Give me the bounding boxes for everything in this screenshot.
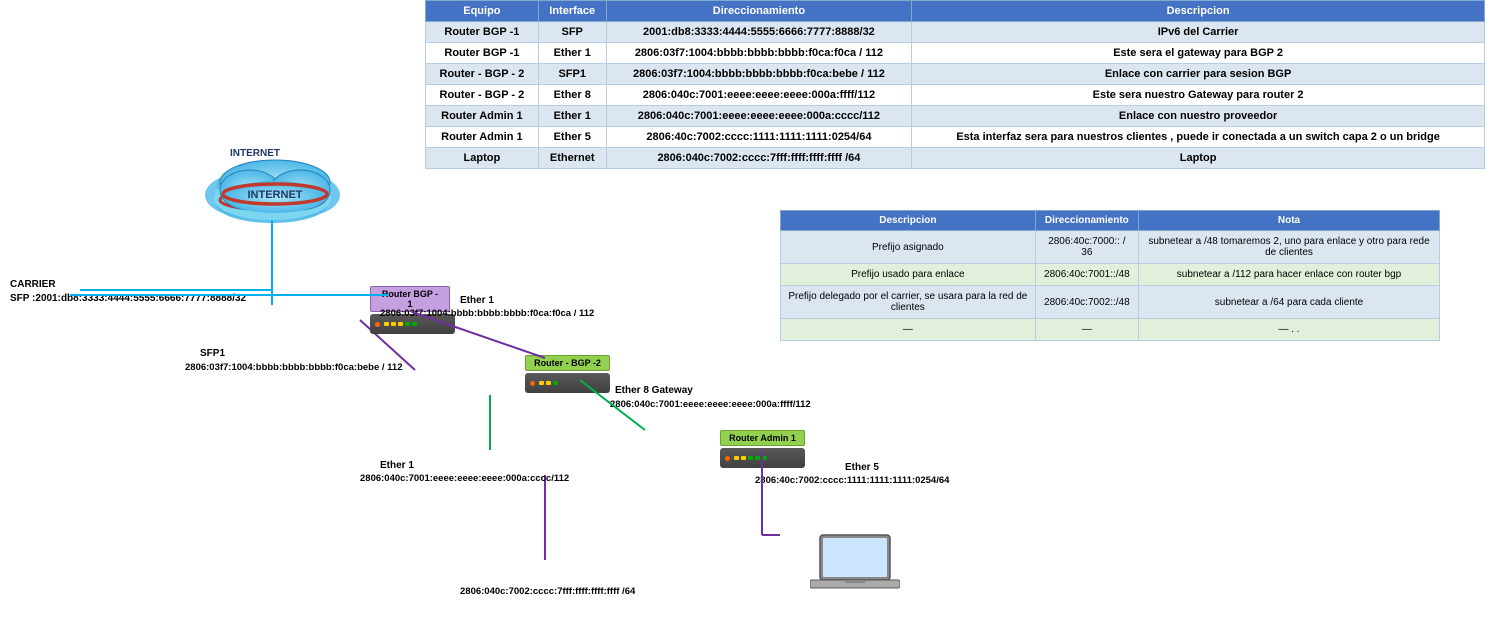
admin1-ether5-addr-label: 2806:40c:7002:cccc:1111:1111:1111:0254/6… xyxy=(755,475,949,486)
table-cell-descripcion: Enlace con carrier para sesion BGP xyxy=(912,64,1485,85)
table-cell-interface: SFP1 xyxy=(538,64,606,85)
table-row: Prefijo asignado2806:40c:7000:: / 36subn… xyxy=(781,231,1440,264)
main-table-container: Equipo Interface Direccionamiento Descri… xyxy=(425,0,1485,169)
router-bgp2-device: Router - BGP -2 xyxy=(525,355,610,393)
table-cell-direccionamiento: 2806:03f7:1004:bbbb:bbbb:bbbb:f0ca:bebe … xyxy=(606,64,912,85)
sec-table-cell-direccionamiento: 2806:40c:7001::/48 xyxy=(1035,264,1138,286)
router-bgp2-label: Router - BGP -2 xyxy=(525,355,610,371)
table-cell-equipo: Router BGP -1 xyxy=(426,22,539,43)
table-cell-direccionamiento: 2001:db8:3333:4444:5555:6666:7777:8888/3… xyxy=(606,22,912,43)
sec-col-header-descripcion: Descripcion xyxy=(781,211,1036,231)
col-header-interface: Interface xyxy=(538,1,606,22)
router-bgp2-body xyxy=(525,373,610,393)
bgp1-ether1-iface-label: Ether 1 xyxy=(460,295,494,306)
table-cell-interface: Ethernet xyxy=(538,148,606,169)
svg-text:INTERNET: INTERNET xyxy=(247,196,297,207)
carrier-title: CARRIER xyxy=(10,279,56,290)
table-cell-equipo: Router BGP -1 xyxy=(426,43,539,64)
sec-table-cell-nota: subnetear a /64 para cada cliente xyxy=(1139,286,1440,319)
bgp2-sfp1-iface-label: SFP1 xyxy=(200,348,225,359)
table-row: Router BGP -1Ether 12806:03f7:1004:bbbb:… xyxy=(426,43,1485,64)
sec-table-cell-direccionamiento: 2806:40c:7002::/48 xyxy=(1035,286,1138,319)
table-cell-equipo: Laptop xyxy=(426,148,539,169)
bgp2-ether8-addr-label: 2806:040c:7001:eeee:eeee:eeee:000a:ffff/… xyxy=(610,399,811,410)
table-row: Router - BGP - 2SFP12806:03f7:1004:bbbb:… xyxy=(426,64,1485,85)
admin1-ether1-iface-label: Ether 1 xyxy=(380,460,414,471)
bgp2-ether8-iface-label: Ether 8 Gateway xyxy=(615,385,693,396)
router-admin1-device: Router Admin 1 xyxy=(720,430,805,468)
sec-col-header-nota: Nota xyxy=(1139,211,1440,231)
table-cell-direccionamiento: 2806:40c:7002:cccc:1111:1111:1111:0254/6… xyxy=(606,127,912,148)
sec-table-cell-descripcion: Prefijo delegado por el carrier, se usar… xyxy=(781,286,1036,319)
table-cell-interface: Ether 8 xyxy=(538,85,606,106)
sec-col-header-direccionamiento: Direccionamiento xyxy=(1035,211,1138,231)
table-cell-interface: Ether 5 xyxy=(538,127,606,148)
table-cell-descripcion: IPv6 del Carrier xyxy=(912,22,1485,43)
table-cell-equipo: Router - BGP - 2 xyxy=(426,64,539,85)
sec-table-cell-descripcion: Prefijo usado para enlace xyxy=(781,264,1036,286)
table-row: Prefijo usado para enlace2806:40c:7001::… xyxy=(781,264,1440,286)
table-cell-equipo: Router Admin 1 xyxy=(426,106,539,127)
col-header-equipo: Equipo xyxy=(426,1,539,22)
col-header-descripcion: Descripcion xyxy=(912,1,1485,22)
table-row: Prefijo delegado por el carrier, se usar… xyxy=(781,286,1440,319)
table-cell-direccionamiento: 2806:040c:7001:eeee:eeee:eeee:000a:cccc/… xyxy=(606,106,912,127)
router-admin1-body xyxy=(720,448,805,468)
laptop-addr-label: 2806:040c:7002:cccc:7fff:ffff:ffff:ffff … xyxy=(460,586,635,597)
carrier-addr: SFP :2001:db8:3333:4444:5555:6666:7777:8… xyxy=(10,293,246,304)
bgp2-sfp1-addr-label: 2806:03f7:1004:bbbb:bbbb:bbbb:f0ca:bebe … xyxy=(185,362,403,373)
table-cell-descripcion: Esta interfaz sera para nuestros cliente… xyxy=(912,127,1485,148)
table-row: Router Admin 1Ether 52806:40c:7002:cccc:… xyxy=(426,127,1485,148)
laptop-device xyxy=(810,530,900,603)
bgp1-ether1-addr-label: 2806:03f7:1004:bbbb:bbbb:bbbb:f0ca:f0ca … xyxy=(380,308,594,319)
admin1-ether5-iface-label: Ether 5 xyxy=(845,462,879,473)
secondary-table: Descripcion Direccionamiento Nota Prefij… xyxy=(780,210,1440,341)
table-cell-direccionamiento: 2806:040c:7001:eeee:eeee:eeee:000a:ffff/… xyxy=(606,85,912,106)
secondary-table-container: Descripcion Direccionamiento Nota Prefij… xyxy=(780,210,1440,341)
sec-table-cell-direccionamiento: — xyxy=(1035,319,1138,341)
table-cell-descripcion: Laptop xyxy=(912,148,1485,169)
table-cell-direccionamiento: 2806:03f7:1004:bbbb:bbbb:bbbb:f0ca:f0ca … xyxy=(606,43,912,64)
admin1-ether1-addr-label: 2806:040c:7001:eeee:eeee:eeee:000a:cccc/… xyxy=(360,473,569,484)
table-cell-direccionamiento: 2806:040c:7002:cccc:7fff:ffff:ffff:ffff … xyxy=(606,148,912,169)
table-cell-interface: SFP xyxy=(538,22,606,43)
table-row: Router Admin 1Ether 12806:040c:7001:eeee… xyxy=(426,106,1485,127)
table-cell-descripcion: Este sera el gateway para BGP 2 xyxy=(912,43,1485,64)
table-row: Router - BGP - 2Ether 82806:040c:7001:ee… xyxy=(426,85,1485,106)
diagram-svg: INTERNET xyxy=(0,140,780,620)
sec-table-cell-descripcion: — xyxy=(781,319,1036,341)
svg-text:INTERNET: INTERNET xyxy=(248,189,303,201)
sec-table-cell-nota: — . . xyxy=(1139,319,1440,341)
internet-label: INTERNET xyxy=(230,148,280,159)
table-cell-interface: Ether 1 xyxy=(538,106,606,127)
table-cell-interface: Ether 1 xyxy=(538,43,606,64)
sec-table-cell-descripcion: Prefijo asignado xyxy=(781,231,1036,264)
col-header-direccionamiento: Direccionamiento xyxy=(606,1,912,22)
router-admin1-label: Router Admin 1 xyxy=(720,430,805,446)
sec-table-cell-direccionamiento: 2806:40c:7000:: / 36 xyxy=(1035,231,1138,264)
table-cell-descripcion: Este sera nuestro Gateway para router 2 xyxy=(912,85,1485,106)
table-row: LaptopEthernet2806:040c:7002:cccc:7fff:f… xyxy=(426,148,1485,169)
sec-table-cell-nota: subnetear a /112 para hacer enlace con r… xyxy=(1139,264,1440,286)
table-row: ——— . . xyxy=(781,319,1440,341)
main-table: Equipo Interface Direccionamiento Descri… xyxy=(425,0,1485,169)
table-cell-equipo: Router - BGP - 2 xyxy=(426,85,539,106)
table-cell-descripcion: Enlace con nuestro proveedor xyxy=(912,106,1485,127)
sec-table-cell-nota: subnetear a /48 tomaremos 2, uno para en… xyxy=(1139,231,1440,264)
table-cell-equipo: Router Admin 1 xyxy=(426,127,539,148)
table-row: Router BGP -1SFP2001:db8:3333:4444:5555:… xyxy=(426,22,1485,43)
carrier-label: CARRIER SFP :2001:db8:3333:4444:5555:666… xyxy=(10,278,246,306)
